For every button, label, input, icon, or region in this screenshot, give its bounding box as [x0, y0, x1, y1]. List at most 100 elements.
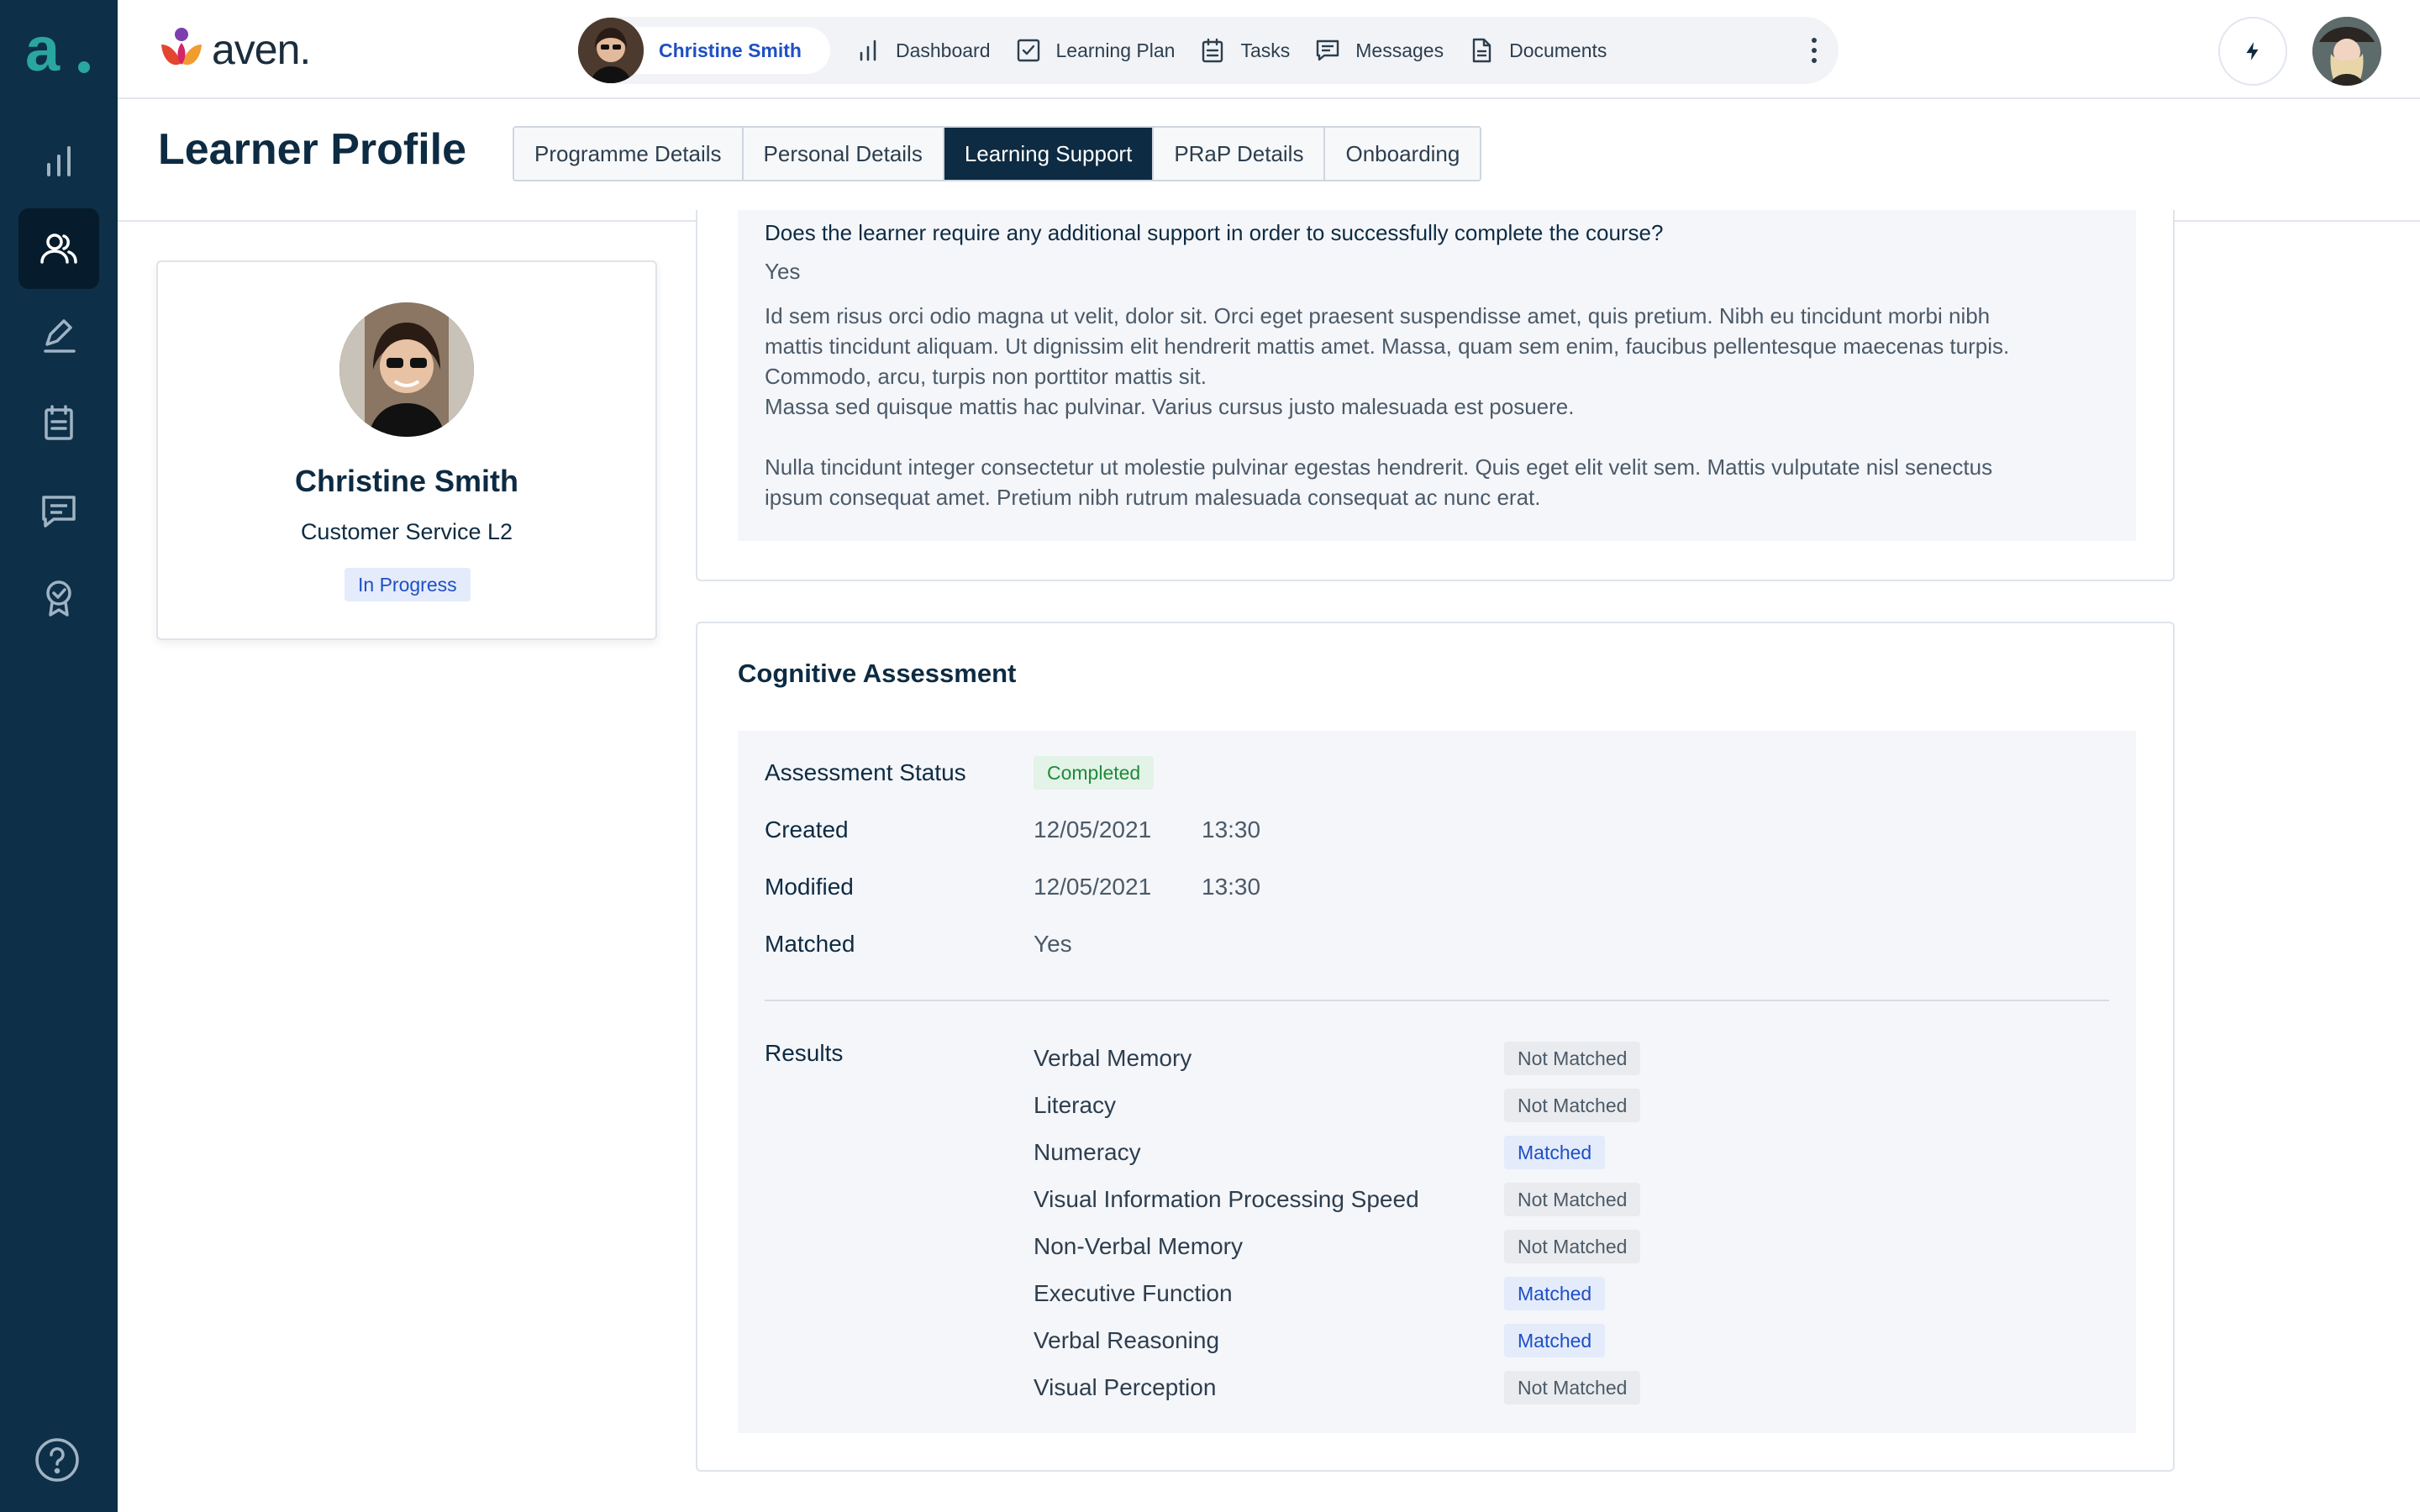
result-status-badge: Not Matched — [1504, 1230, 1641, 1263]
chat-icon — [42, 496, 76, 528]
result-name: Numeracy — [1034, 1139, 1141, 1165]
help-button[interactable] — [34, 1436, 81, 1483]
section-title: Cognitive Assessment — [738, 659, 1017, 688]
nav-dashboard-label: Dashboard — [895, 39, 991, 61]
cognitive-assessment-card: Cognitive Assessment Assessment Status C… — [696, 622, 2175, 1472]
sidebar-item-tasks[interactable] — [18, 383, 99, 464]
quick-actions-button[interactable] — [2218, 17, 2287, 86]
result-row: Visual Information Processing Speed Not … — [1034, 1183, 1874, 1220]
award-icon — [46, 580, 71, 617]
result-name: Literacy — [1034, 1092, 1117, 1118]
top-bar: aven. Christine Smith Dashboard Learning… — [118, 0, 2420, 99]
support-notes-line: Nulla tincidunt integer consectetur ut m… — [765, 454, 1993, 480]
sidebar-item-sign[interactable] — [18, 296, 99, 376]
result-row: Visual Perception Not Matched — [1034, 1371, 1874, 1408]
clipboard-icon — [45, 405, 73, 440]
sidebar-item-messages[interactable] — [18, 470, 99, 551]
more-options-icon[interactable] — [1810, 38, 1818, 63]
bar-chart-icon — [47, 146, 71, 176]
main-nav: Christine Smith Dashboard Learning Plan … — [578, 17, 1839, 84]
sidebar-item-analytics[interactable] — [18, 121, 99, 202]
matched-value: Yes — [1034, 931, 1072, 957]
document-icon — [1472, 38, 1491, 63]
lotus-logo-icon — [161, 28, 202, 66]
additional-support-card: Does the learner require any additional … — [696, 210, 2175, 581]
assessment-status-label: Assessment Status — [765, 759, 966, 785]
result-row: Executive Function Matched — [1034, 1277, 1874, 1314]
tab-learning-support[interactable]: Learning Support — [944, 128, 1155, 180]
checkbox-icon — [1017, 39, 1039, 62]
clipboard-icon — [1202, 38, 1223, 63]
nav-messages-label: Messages — [1355, 39, 1444, 61]
result-name: Visual Perception — [1034, 1374, 1217, 1400]
result-row: Literacy Not Matched — [1034, 1089, 1874, 1126]
result-name: Executive Function — [1034, 1280, 1233, 1306]
divider — [765, 1000, 2109, 1001]
nav-user-name: Christine Smith — [659, 39, 802, 61]
result-status-badge: Matched — [1504, 1136, 1606, 1169]
result-status-badge: Not Matched — [1504, 1089, 1641, 1122]
sidebar-item-learners[interactable] — [18, 208, 99, 289]
result-row: Verbal Reasoning Matched — [1034, 1324, 1874, 1361]
app-logo[interactable]: a — [25, 14, 92, 84]
tab-programme-details[interactable]: Programme Details — [514, 128, 744, 180]
tab-onboarding[interactable]: Onboarding — [1325, 128, 1481, 180]
users-icon — [40, 234, 77, 264]
additional-support-panel: Does the learner require any additional … — [738, 210, 2136, 541]
matched-label: Matched — [765, 931, 855, 957]
support-answer: Yes — [765, 259, 801, 284]
modified-date: 12/05/2021 — [1034, 874, 1152, 900]
nav-tasks[interactable]: Tasks — [1200, 38, 1290, 63]
result-row: Verbal Memory Not Matched — [1034, 1042, 1874, 1079]
nav-user-chip[interactable]: Christine Smith — [578, 18, 830, 83]
profile-card: Christine Smith Customer Service L2 In P… — [156, 260, 657, 640]
nav-learning-plan[interactable]: Learning Plan — [1016, 38, 1176, 63]
profile-role: Customer Service L2 — [300, 519, 513, 544]
created-label: Created — [765, 816, 849, 843]
sidebar-item-achievements[interactable] — [18, 558, 99, 638]
support-notes-line: Commodo, arcu, turpis non porttitor matt… — [765, 364, 1207, 389]
pen-icon — [44, 319, 76, 353]
brand[interactable]: aven. — [156, 24, 311, 76]
assessment-status-badge: Completed — [1034, 756, 1155, 790]
result-row: Numeracy Matched — [1034, 1136, 1874, 1173]
profile-name: Christine Smith — [294, 464, 519, 498]
nav-user-avatar — [578, 18, 644, 83]
nav-messages[interactable]: Messages — [1315, 38, 1444, 63]
nav-dashboard[interactable]: Dashboard — [855, 38, 991, 63]
modified-time: 13:30 — [1202, 874, 1261, 900]
result-status-badge: Not Matched — [1504, 1042, 1641, 1075]
page-header: Learner Profile Programme Details Person… — [118, 99, 2420, 222]
created-date: 12/05/2021 — [1034, 816, 1152, 843]
support-notes-line: Massa sed quisque mattis hac pulvinar. V… — [765, 394, 1575, 419]
result-row: Non-Verbal Memory Not Matched — [1034, 1230, 1874, 1267]
result-status-badge: Not Matched — [1504, 1371, 1641, 1404]
result-status-badge: Not Matched — [1504, 1183, 1641, 1216]
brand-name: aven. — [212, 26, 311, 73]
result-status-badge: Matched — [1504, 1277, 1606, 1310]
assessment-panel: Assessment Status Completed Created 12/0… — [738, 731, 2136, 1433]
result-name: Non-Verbal Memory — [1034, 1233, 1243, 1259]
chat-icon — [1317, 39, 1339, 61]
profile-avatar — [339, 302, 474, 437]
support-notes-line: mattis tincidunt aliquam. Ut dignissim e… — [765, 333, 2010, 359]
result-name: Visual Information Processing Speed — [1034, 1186, 1419, 1212]
nav-tasks-label: Tasks — [1240, 39, 1291, 61]
account-avatar[interactable] — [2312, 17, 2381, 86]
status-badge: In Progress — [345, 568, 471, 601]
sidebar: a — [0, 0, 118, 1512]
result-name: Verbal Reasoning — [1034, 1327, 1220, 1353]
result-name: Verbal Memory — [1034, 1045, 1192, 1071]
support-question: Does the learner require any additional … — [765, 220, 1664, 245]
help-icon — [35, 1438, 79, 1482]
modified-label: Modified — [765, 874, 854, 900]
page-title: Learner Profile — [158, 125, 467, 174]
lightning-icon — [2246, 42, 2259, 60]
bar-chart-icon — [860, 39, 876, 61]
tab-personal-details[interactable]: Personal Details — [743, 128, 944, 180]
tab-prap-details[interactable]: PRaP Details — [1154, 128, 1326, 180]
nav-learning-plan-label: Learning Plan — [1055, 39, 1176, 61]
created-time: 13:30 — [1202, 816, 1261, 843]
support-notes-line: ipsum consequat amet. Pretium nibh rutru… — [765, 485, 1541, 510]
nav-documents[interactable]: Documents — [1469, 38, 1607, 63]
